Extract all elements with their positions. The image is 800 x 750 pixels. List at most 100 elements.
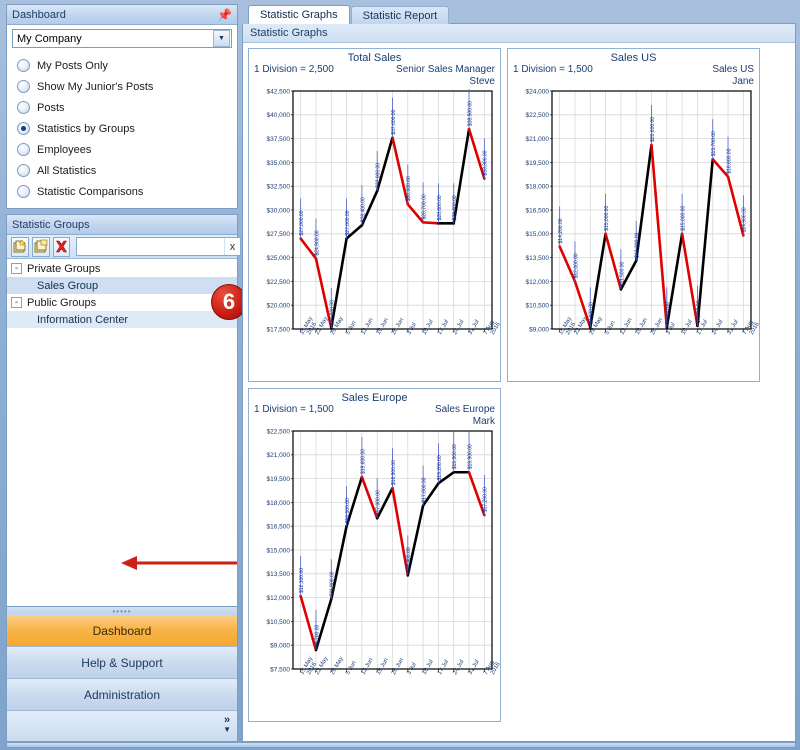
svg-text:$37,600.00: $37,600.00 [391, 109, 397, 134]
nav-item-administration[interactable]: Administration [7, 679, 237, 711]
tree-group-private[interactable]: - Private Groups [7, 260, 237, 277]
copy-group-icon[interactable] [32, 236, 50, 257]
clear-search-icon[interactable]: x [224, 238, 240, 255]
svg-text:31 Jul: 31 Jul [468, 659, 481, 676]
tree-group-label: Private Groups [27, 262, 101, 275]
svg-text:$9,000: $9,000 [270, 643, 290, 650]
svg-text:$9,000: $9,000 [529, 326, 549, 333]
tree-item-information-center[interactable]: Information Center [7, 311, 237, 328]
svg-text:$28,600.00: $28,600.00 [437, 195, 443, 220]
radio-indicator-selected [17, 122, 30, 135]
svg-text:$38,500.00: $38,500.00 [467, 101, 473, 126]
radio-statistic-comparisons[interactable]: Statistic Comparisons [17, 181, 237, 202]
svg-text:$21,000: $21,000 [267, 452, 291, 459]
svg-text:$12,000.00: $12,000.00 [573, 253, 579, 278]
radio-indicator [17, 101, 30, 114]
svg-text:$27,500: $27,500 [267, 231, 291, 238]
radio-label: Statistics by Groups [37, 122, 135, 135]
search-input[interactable] [77, 238, 224, 255]
statistic-groups-panel: Statistic Groups x - Private Groups Sale… [6, 214, 241, 607]
tab-label: Statistic Graphs [260, 9, 338, 21]
svg-text:$15,000: $15,000 [267, 547, 291, 554]
svg-text:$9,200.00: $9,200.00 [696, 300, 702, 322]
charts-container: Total Sales 1 Division = 2,500 Senior Sale… [243, 43, 795, 741]
svg-text:24 Jul: 24 Jul [452, 319, 465, 336]
radio-all-statistics[interactable]: All Statistics [17, 160, 237, 181]
chart-card-3: Sales Europe 1 Division = 1,500 Sales Euro… [248, 388, 501, 722]
nav-item-label: Dashboard [92, 623, 152, 638]
dashboard-panel-header: Dashboard 📌 [7, 5, 237, 25]
nav-item-label: Help & Support [81, 655, 163, 670]
tree-item-label: Sales Group [37, 279, 99, 292]
svg-text:26 Jun: 26 Jun [650, 317, 664, 336]
svg-text:$7,500: $7,500 [270, 666, 290, 673]
tab-statistic-graphs[interactable]: Statistic Graphs [248, 5, 350, 24]
tab-statistic-report[interactable]: Statistic Report [350, 6, 450, 24]
group-search-field[interactable]: x [76, 237, 241, 256]
sidebar-splitter[interactable]: ••••• [6, 607, 238, 616]
tab-label: Statistic Report [362, 9, 438, 22]
svg-text:$10,500: $10,500 [267, 619, 291, 626]
svg-text:$27,000.00: $27,000.00 [299, 210, 305, 235]
chevron-double-right-icon[interactable]: » ▼ [223, 715, 231, 735]
svg-text:$25,000: $25,000 [267, 255, 291, 262]
radio-indicator [17, 185, 30, 198]
chart-division-note: 1 Division = 1,500 [254, 404, 334, 415]
svg-text:$28,600.00: $28,600.00 [452, 195, 458, 220]
svg-text:24 Jul: 24 Jul [711, 319, 724, 336]
dashboard-panel-title: Dashboard [12, 8, 66, 21]
status-bar [6, 742, 796, 748]
radio-label: All Statistics [37, 164, 97, 177]
company-select[interactable]: My Company ▼ [12, 29, 232, 48]
new-group-icon[interactable] [11, 236, 29, 257]
collapse-icon[interactable]: - [11, 297, 22, 308]
chart-plot: $17,500 $20,000 $22,500 $25,000 $27,500 $30,0… [249, 85, 501, 381]
svg-text:26 Jun: 26 Jun [391, 317, 405, 336]
svg-text:$14,200.00: $14,200.00 [558, 218, 564, 243]
radio-label: My Posts Only [37, 59, 108, 72]
svg-text:24 Jul: 24 Jul [452, 659, 465, 676]
radio-statistics-by-groups[interactable]: Statistics by Groups [17, 118, 237, 139]
chart-owner-role: Sales Europe [434, 404, 495, 415]
sidebar-nav: Dashboard Help & Support Administration … [6, 615, 238, 742]
radio-indicator [17, 164, 30, 177]
delete-x-icon[interactable] [53, 236, 70, 257]
nav-item-dashboard[interactable]: Dashboard [7, 615, 237, 647]
chart-division-note: 1 Division = 1,500 [513, 64, 593, 75]
svg-text:$17,800.00: $17,800.00 [422, 477, 428, 502]
svg-text:$11,900.00: $11,900.00 [330, 571, 336, 596]
content-header: Statistic Graphs [243, 24, 795, 43]
svg-text:$13,500: $13,500 [526, 255, 550, 262]
chart-title: Sales US [610, 52, 657, 64]
svg-text:$16,500.00: $16,500.00 [345, 498, 351, 523]
chart-owner-role: Senior Sales Manager [396, 64, 495, 75]
tree-group-public[interactable]: - Public Groups [7, 294, 237, 311]
statistic-groups-header: Statistic Groups [7, 215, 237, 235]
svg-text:$12,000: $12,000 [267, 595, 291, 602]
company-select-value: My Company [17, 32, 82, 45]
radio-show-my-juniors-posts[interactable]: Show My Junior's Posts [17, 76, 237, 97]
svg-text:$15,000.00: $15,000.00 [681, 206, 687, 231]
chart-owner-role: Sales US [712, 64, 754, 75]
svg-text:$8,700.00: $8,700.00 [314, 624, 320, 646]
svg-text:5 Jun: 5 Jun [345, 660, 358, 676]
svg-text:$14,900.00: $14,900.00 [742, 207, 748, 232]
nav-item-help-support[interactable]: Help & Support [7, 647, 237, 679]
svg-text:$17,200.00: $17,200.00 [483, 487, 489, 512]
radio-employees[interactable]: Employees [17, 139, 237, 160]
radio-label: Posts [37, 101, 65, 114]
svg-text:$18,000: $18,000 [526, 184, 550, 191]
radio-indicator [17, 59, 30, 72]
collapse-icon[interactable]: - [11, 263, 22, 274]
chevron-down-icon[interactable]: ▼ [213, 30, 230, 47]
radio-my-posts-only[interactable]: My Posts Only [17, 55, 237, 76]
radio-posts[interactable]: Posts [17, 97, 237, 118]
svg-text:$12,000: $12,000 [526, 279, 550, 286]
svg-text:29 May: 29 May [330, 656, 345, 676]
pin-icon[interactable]: 📌 [217, 9, 232, 21]
svg-text:$9,100.00: $9,100.00 [665, 302, 671, 324]
svg-text:$32,000.00: $32,000.00 [376, 163, 382, 188]
svg-text:$30,000: $30,000 [267, 207, 291, 214]
statistic-groups-toolbar: x [7, 235, 241, 259]
tree-item-sales-group[interactable]: Sales Group [7, 277, 237, 294]
